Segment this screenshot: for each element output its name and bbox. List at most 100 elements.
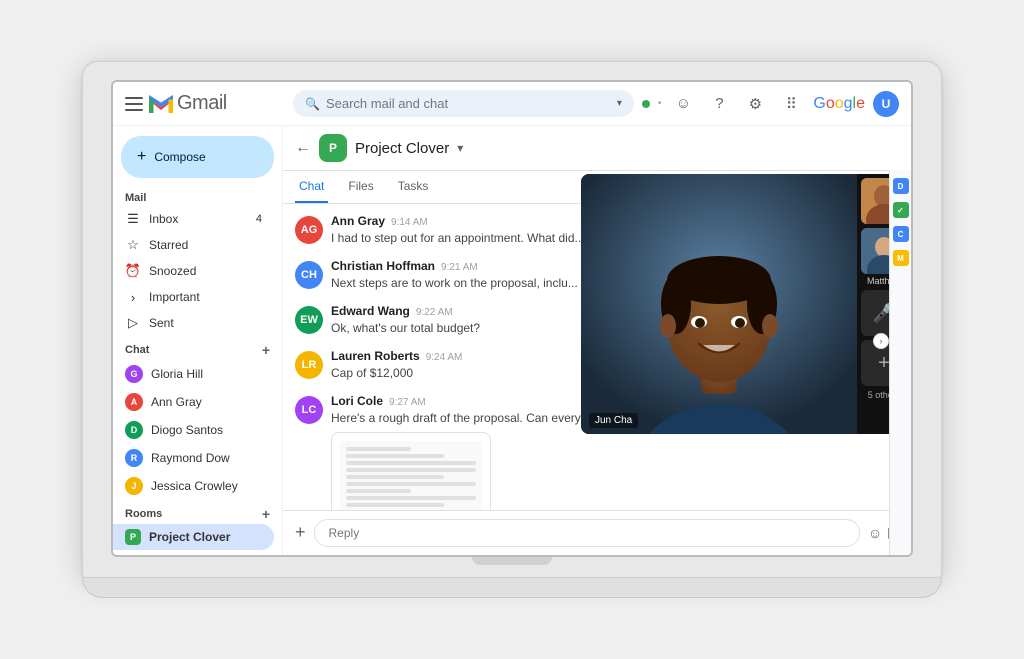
main-content: + Compose Mail ☰ Inbox 4 ☆ xyxy=(113,126,911,554)
doc-attachment[interactable]: D Annual Planning Edited by Evan Kontard… xyxy=(331,432,491,509)
scroll-right-button[interactable]: › xyxy=(873,333,889,349)
doc-line-2 xyxy=(346,454,444,458)
video-label: Jun Cha xyxy=(589,413,638,428)
sidebar-item-raymond[interactable]: R Raymond Dow xyxy=(113,444,274,472)
doc-line-4 xyxy=(346,468,476,472)
video-main: Jun Cha xyxy=(581,174,857,434)
doc-line-3 xyxy=(346,461,476,465)
sidebar-item-gloria[interactable]: G Gloria Hill xyxy=(113,360,274,388)
starred-icon: ☆ xyxy=(125,237,141,253)
jessica-avatar: J xyxy=(125,477,143,495)
screen: Gmail 🔍 ▾ • ☺ ? ⚙ ⠿ xyxy=(111,80,913,556)
topbar-right: • ☺ ? ⚙ ⠿ Google U xyxy=(642,90,899,118)
ann-avatar: A xyxy=(125,393,143,411)
msg-avatar-3: EW xyxy=(295,306,323,334)
sidebar-item-project-clover[interactable]: P Project Clover xyxy=(113,524,274,550)
inbox-label: Inbox xyxy=(149,212,178,226)
gloria-label: Gloria Hill xyxy=(151,367,203,381)
right-icon-4[interactable]: M xyxy=(893,250,909,266)
doc-preview xyxy=(340,441,482,509)
chat-add-button[interactable]: + xyxy=(262,342,270,358)
ann-label: Ann Gray xyxy=(151,395,202,409)
rooms-add-button[interactable]: + xyxy=(262,506,270,522)
msg-time-3: 9:22 AM xyxy=(416,307,453,318)
sidebar-item-customer-success[interactable]: C Customer Success xyxy=(113,550,274,554)
starred-label: Starred xyxy=(149,238,188,252)
msg-avatar-2: CH xyxy=(295,261,323,289)
chat-input-bar: + ☺ ▷ xyxy=(283,510,911,555)
msg-time-2: 9:21 AM xyxy=(441,262,478,273)
compose-label: Compose xyxy=(154,150,205,164)
input-add-icon[interactable]: + xyxy=(295,522,306,543)
laptop-wrapper: Gmail 🔍 ▾ • ☺ ? ⚙ ⠿ xyxy=(82,61,942,597)
msg-time-1: 9:14 AM xyxy=(391,217,428,228)
gmail-logo: Gmail xyxy=(149,92,227,115)
diogo-label: Diogo Santos xyxy=(151,423,223,437)
msg-sender-4: Lauren Roberts xyxy=(331,349,420,363)
msg-sender-5: Lori Cole xyxy=(331,394,383,408)
sidebar-item-snoozed[interactable]: ⏰ Snoozed xyxy=(113,258,274,284)
doc-line-9 xyxy=(346,503,444,507)
msg-avatar-1: AG xyxy=(295,216,323,244)
topbar-left: Gmail xyxy=(125,92,285,115)
project-clover-icon: P xyxy=(125,529,141,545)
sidebar-item-important[interactable]: › Important xyxy=(113,284,274,310)
jessica-label: Jessica Crowley xyxy=(151,479,238,493)
google-logo: Google xyxy=(813,95,865,113)
tab-chat[interactable]: Chat xyxy=(295,171,328,203)
back-button[interactable]: ← xyxy=(295,139,311,157)
grid-button[interactable]: ⠿ xyxy=(777,90,805,118)
sidebar-item-diogo[interactable]: D Diogo Santos xyxy=(113,416,274,444)
sidebar-item-jessica[interactable]: J Jessica Crowley xyxy=(113,472,274,500)
room-dropdown-icon[interactable]: ▾ xyxy=(457,141,463,155)
room-badge: P xyxy=(319,134,347,162)
chat-header: ← P Project Clover ▾ xyxy=(283,126,911,171)
gmail-title: Gmail xyxy=(177,92,227,115)
msg-sender-1: Ann Gray xyxy=(331,214,385,228)
right-icon-1[interactable]: D xyxy=(893,178,909,194)
doc-line-5 xyxy=(346,475,444,479)
project-clover-label: Project Clover xyxy=(149,530,230,544)
search-chevron-icon[interactable]: ▾ xyxy=(617,98,622,109)
help-button[interactable]: ? xyxy=(705,90,733,118)
tab-tasks[interactable]: Tasks xyxy=(394,171,433,203)
msg-avatar-4: LR xyxy=(295,351,323,379)
msg-sender-2: Christian Hoffman xyxy=(331,259,435,273)
chat-room-title: Project Clover xyxy=(355,140,449,157)
right-icon-3[interactable]: C xyxy=(893,226,909,242)
gmail-app: Gmail 🔍 ▾ • ☺ ? ⚙ ⠿ xyxy=(113,82,911,554)
user-avatar[interactable]: U xyxy=(873,91,899,117)
mail-section-label: Mail xyxy=(113,186,282,206)
doc-line-6 xyxy=(346,482,476,486)
laptop-base xyxy=(82,578,942,598)
compose-plus-icon: + xyxy=(137,148,146,166)
doc-lines xyxy=(346,447,476,507)
doc-line-8 xyxy=(346,496,476,500)
emoji-input-icon[interactable]: ☺ xyxy=(868,525,882,541)
msg-time-4: 9:24 AM xyxy=(426,352,463,363)
laptop-notch xyxy=(472,557,552,565)
sidebar-item-starred[interactable]: ☆ Starred xyxy=(113,232,274,258)
status-indicator xyxy=(642,100,650,108)
snoozed-label: Snoozed xyxy=(149,264,196,278)
hamburger-icon[interactable] xyxy=(125,97,143,111)
sent-label: Sent xyxy=(149,316,174,330)
video-overlay: Jun Cha xyxy=(581,174,911,434)
chat-panel: ← P Project Clover ▾ Chat Files Tasks xyxy=(283,126,911,554)
important-label: Important xyxy=(149,290,200,304)
settings-button[interactable]: ⚙ xyxy=(741,90,769,118)
emoji-button[interactable]: ☺ xyxy=(669,90,697,118)
search-bar[interactable]: 🔍 ▾ xyxy=(293,90,634,117)
search-input[interactable] xyxy=(326,96,611,111)
diogo-avatar: D xyxy=(125,421,143,439)
compose-button[interactable]: + Compose xyxy=(121,136,274,178)
doc-line-1 xyxy=(346,447,411,451)
sidebar-item-ann[interactable]: A Ann Gray xyxy=(113,388,274,416)
gmail-m-icon xyxy=(149,95,173,113)
right-icon-2[interactable]: ✓ xyxy=(893,202,909,218)
snoozed-icon: ⏰ xyxy=(125,263,141,279)
reply-input[interactable] xyxy=(314,519,860,547)
sidebar-item-sent[interactable]: ▷ Sent xyxy=(113,310,274,336)
sidebar-item-inbox[interactable]: ☰ Inbox 4 xyxy=(113,206,274,232)
tab-files[interactable]: Files xyxy=(344,171,377,203)
